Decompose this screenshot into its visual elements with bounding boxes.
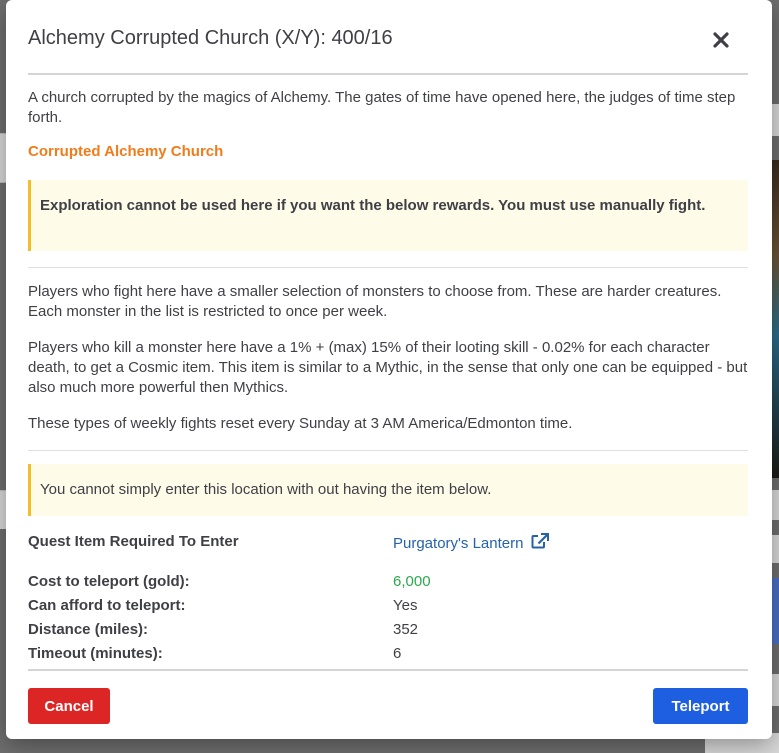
background-panel-fragment bbox=[772, 674, 779, 706]
timeout-value: 6 bbox=[393, 645, 402, 662]
detail-label: Can afford to teleport: bbox=[28, 597, 186, 614]
info-paragraph: These types of weekly fights reset every… bbox=[28, 415, 573, 432]
quest-item-link[interactable]: Purgatory's Lantern bbox=[393, 533, 549, 552]
background-button-fragment bbox=[772, 578, 779, 644]
teleport-cost-value: 6,000 bbox=[393, 573, 431, 590]
location-modal: Alchemy Corrupted Church (X/Y): 400/16 A… bbox=[6, 0, 772, 739]
item-required-notice: You cannot simply enter this location wi… bbox=[28, 464, 748, 516]
quest-item-value: Purgatory's Lantern bbox=[393, 533, 549, 552]
quest-item-name: Purgatory's Lantern bbox=[393, 535, 524, 552]
background-panel-fragment bbox=[772, 104, 779, 136]
quest-item-label: Quest Item Required To Enter bbox=[28, 533, 239, 550]
background-panel-fragment bbox=[772, 490, 779, 520]
section-divider bbox=[28, 450, 748, 451]
info-paragraph: Players who fight here have a smaller se… bbox=[28, 283, 722, 320]
close-icon bbox=[713, 32, 729, 48]
detail-label: Timeout (minutes): bbox=[28, 645, 163, 662]
cancel-button[interactable]: Cancel bbox=[28, 688, 110, 724]
can-afford-value: Yes bbox=[393, 597, 418, 614]
detail-label: Cost to teleport (gold): bbox=[28, 573, 190, 590]
info-paragraph: Players who kill a monster here have a 1… bbox=[28, 339, 748, 396]
background-panel-fragment bbox=[772, 535, 779, 563]
title-divider bbox=[28, 73, 748, 75]
background-image-fragment bbox=[772, 160, 779, 478]
exploration-warning: Exploration cannot be used here if you w… bbox=[28, 180, 748, 251]
teleport-button[interactable]: Teleport bbox=[653, 688, 748, 724]
modal-title: Alchemy Corrupted Church (X/Y): 400/16 bbox=[28, 27, 393, 49]
distance-value: 352 bbox=[393, 621, 419, 638]
location-name: Corrupted Alchemy Church bbox=[28, 143, 224, 160]
footer-divider bbox=[28, 669, 748, 671]
location-description: A church corrupted by the magics of Alch… bbox=[28, 89, 736, 126]
external-link-icon bbox=[531, 533, 549, 549]
detail-label: Distance (miles): bbox=[28, 621, 149, 638]
close-button[interactable] bbox=[709, 28, 733, 52]
section-divider bbox=[28, 267, 748, 268]
